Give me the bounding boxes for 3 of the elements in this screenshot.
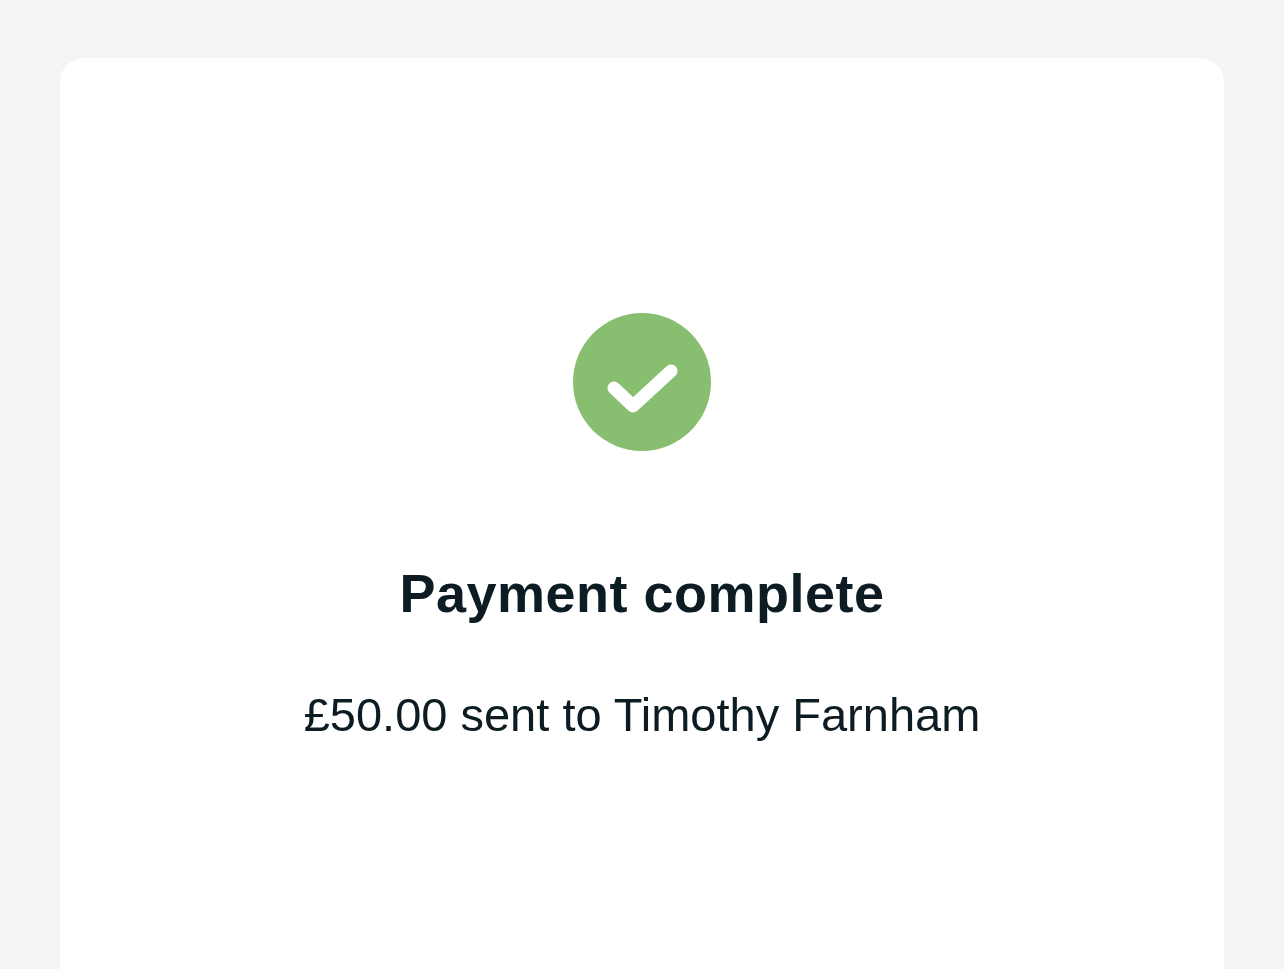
confirmation-title: Payment complete bbox=[399, 562, 885, 625]
confirmation-message: £50.00 sent to Timothy Farnham bbox=[303, 687, 981, 743]
check-circle-icon bbox=[573, 313, 711, 451]
